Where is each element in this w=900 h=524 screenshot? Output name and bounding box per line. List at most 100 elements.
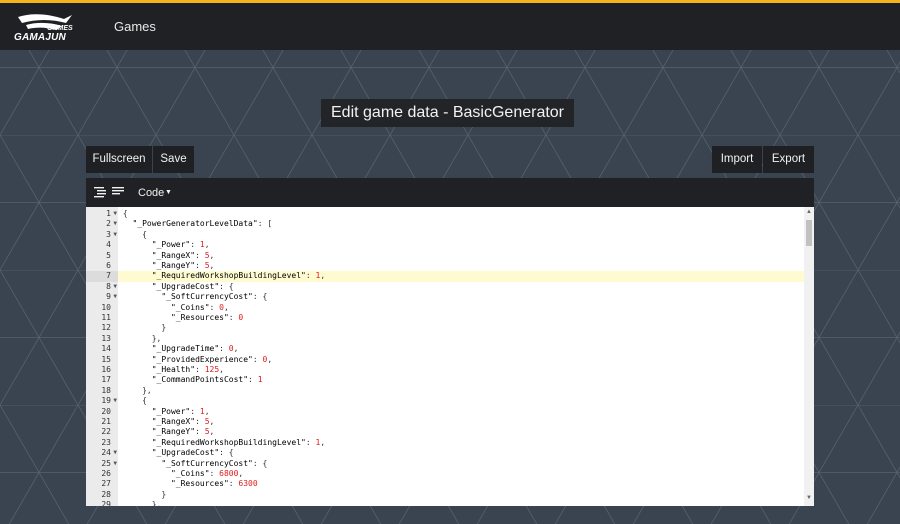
code-area[interactable]: { "_PowerGeneratorLevelData": [ { "_Powe…	[118, 207, 804, 506]
line-number-text: 29	[101, 500, 111, 506]
line-number-text: 10	[101, 302, 111, 312]
mode-selector[interactable]: Code	[138, 187, 164, 199]
line-number: 28	[86, 490, 118, 500]
json-punctuation: ,	[219, 365, 224, 374]
json-punctuation: : {	[219, 448, 234, 458]
top-navbar: GAMES GAMAJUN Games	[0, 0, 900, 50]
line-number-text: 11	[101, 313, 111, 322]
line-number-text: 13	[101, 333, 111, 343]
code-line[interactable]: "_UpgradeCost": {	[118, 282, 804, 292]
scroll-down-arrow-icon[interactable]: ▼	[806, 495, 812, 501]
code-line[interactable]: {	[118, 396, 804, 406]
code-line[interactable]: }	[118, 490, 804, 500]
json-number-value: 125	[204, 365, 220, 374]
compact-json-icon[interactable]	[112, 186, 124, 198]
code-line[interactable]: "_Coins": 6800,	[118, 469, 804, 479]
save-button[interactable]: Save	[153, 146, 194, 173]
json-key: "_Coins"	[170, 469, 210, 478]
code-line[interactable]: "_SoftCurrencyCost": {	[118, 292, 804, 302]
fold-toggle-icon[interactable]: ▼	[113, 230, 117, 240]
fold-toggle-icon[interactable]: ▼	[113, 292, 117, 302]
line-number-text: 3	[106, 229, 111, 239]
code-line[interactable]: },	[118, 386, 804, 396]
code-line[interactable]: "_RangeY": 5,	[118, 427, 804, 437]
fold-toggle-icon[interactable]: ▼	[113, 209, 117, 219]
code-line[interactable]: "_SoftCurrencyCost": {	[118, 459, 804, 469]
line-number: 15	[86, 355, 118, 365]
code-line[interactable]: },	[118, 500, 804, 506]
code-line[interactable]: "_Resources": 0	[118, 313, 804, 323]
line-number-text: 4	[106, 240, 111, 250]
code-line[interactable]: {	[118, 209, 804, 219]
code-line[interactable]: "_RequiredWorkshopBuildingLevel": 1,	[118, 438, 804, 448]
json-key: "_SoftCurrencyCost"	[161, 458, 253, 468]
json-punctuation: ,	[238, 469, 244, 478]
vertical-scrollbar[interactable]: ▲ ▼	[804, 207, 814, 506]
code-line[interactable]: "_UpgradeCost": {	[118, 448, 804, 458]
import-button[interactable]: Import	[712, 146, 762, 173]
json-punctuation: ,	[204, 240, 210, 250]
code-line[interactable]: "_PowerGeneratorLevelData": [	[118, 219, 804, 229]
json-key: "_UpgradeCost"	[151, 448, 220, 458]
fold-toggle-icon[interactable]: ▼	[113, 448, 117, 458]
json-key: "_Power"	[151, 406, 191, 416]
code-line[interactable]: "_Health": 125,	[118, 365, 804, 375]
scroll-thumb[interactable]	[806, 220, 812, 246]
json-key: "_Resources"	[170, 479, 229, 489]
nav-link-games[interactable]: Games	[114, 19, 156, 34]
format-json-icon[interactable]	[94, 186, 106, 198]
json-colon: :	[195, 261, 205, 270]
code-line[interactable]: {	[118, 230, 804, 240]
code-line[interactable]: "_Resources": 6300	[118, 479, 804, 489]
fold-toggle-icon[interactable]: ▼	[113, 396, 117, 406]
line-number-gutter: 1 ▼ 2 ▼ 3 ▼ 4 5 6 7 8 ▼ 9 ▼ 10 11 12 13 14 15 16 17 18 19 ▼ 20 21 2…	[86, 207, 118, 506]
json-punctuation: {	[122, 209, 128, 218]
mode-caret-down-icon[interactable]: ▼	[165, 189, 172, 196]
json-punctuation: ,	[209, 250, 215, 260]
json-number-value: 1	[257, 375, 263, 385]
json-colon: :	[252, 354, 263, 364]
line-number: 17	[86, 375, 118, 385]
json-number-value: 6300	[238, 479, 258, 489]
code-line[interactable]: },	[118, 334, 804, 344]
json-key: "_SoftCurrencyCost"	[161, 292, 253, 302]
code-line[interactable]: "_Power": 1,	[118, 240, 804, 250]
json-colon: :	[190, 240, 200, 250]
line-number-text: 6	[106, 261, 111, 270]
json-punctuation: },	[151, 500, 162, 506]
fullscreen-button[interactable]: Fullscreen	[86, 146, 152, 173]
code-line[interactable]: "_Coins": 0,	[118, 303, 804, 313]
fold-toggle-icon[interactable]: ▼	[113, 282, 117, 292]
fold-toggle-icon[interactable]: ▼	[113, 459, 117, 469]
line-number-text: 14	[101, 344, 111, 354]
line-number-text: 24	[101, 448, 111, 458]
fold-toggle-icon[interactable]: ▼	[113, 219, 117, 229]
code-line[interactable]: "_CommandPointsCost": 1	[118, 375, 804, 385]
code-line[interactable]: "_RangeX": 5,	[118, 417, 804, 427]
code-line[interactable]: }	[118, 323, 804, 333]
json-key: "_RangeY"	[151, 427, 196, 437]
code-line[interactable]: "_Power": 1,	[118, 407, 804, 417]
code-line[interactable]: "_ProvidedExperience": 0,	[118, 355, 804, 365]
scroll-up-arrow-icon[interactable]: ▲	[806, 209, 812, 215]
json-colon: :	[195, 250, 205, 260]
json-colon: :	[219, 344, 229, 354]
json-key: "_RequiredWorkshopBuildingLevel"	[151, 437, 306, 447]
code-line[interactable]: "_UpgradeTime": 0,	[118, 344, 804, 354]
line-number-text: 7	[106, 271, 111, 281]
code-line[interactable]: "_RangeX": 5,	[118, 251, 804, 261]
export-button[interactable]: Export	[763, 146, 814, 173]
line-number: 7	[86, 271, 118, 282]
line-number: 22	[86, 427, 118, 437]
code-line[interactable]: "_RangeY": 5,	[118, 261, 804, 271]
code-line[interactable]: "_RequiredWorkshopBuildingLevel": 1,	[118, 271, 804, 282]
json-editor: Code ▼ 1 ▼ 2 ▼ 3 ▼ 4 5 6 7 8 ▼ 9 ▼ 10 11 12 13 14 15 16 17 18 1…	[86, 178, 814, 506]
